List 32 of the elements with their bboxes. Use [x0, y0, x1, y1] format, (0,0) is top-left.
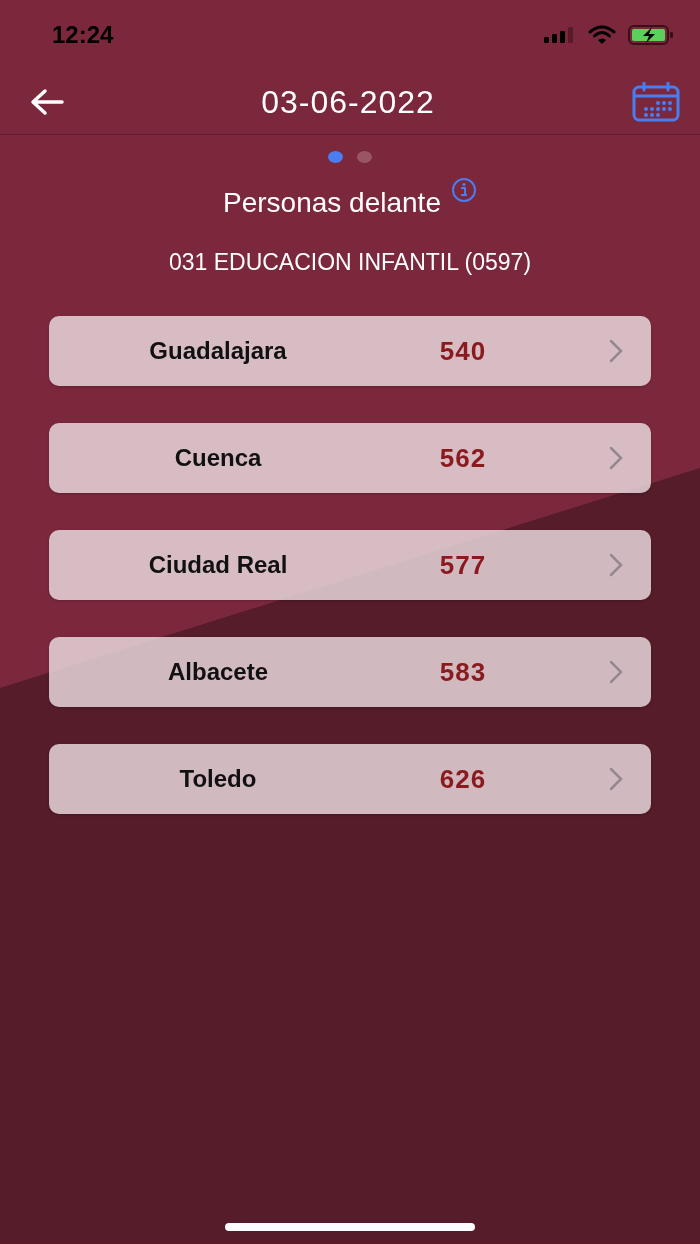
province-name: Toledo: [178, 765, 258, 793]
province-name: Cuenca: [173, 444, 263, 472]
province-row[interactable]: Ciudad Real 577: [49, 530, 651, 600]
province-name: Guadalajara: [148, 337, 288, 365]
province-name: Ciudad Real: [147, 551, 289, 579]
back-arrow-icon: [30, 88, 64, 116]
people-count: 583: [438, 656, 488, 688]
info-icon[interactable]: [450, 177, 477, 203]
section-heading: Personas delante: [223, 187, 441, 219]
province-row[interactable]: Toledo 626: [49, 744, 651, 814]
province-row[interactable]: Guadalajara 540: [49, 316, 651, 386]
date-title: 03-06-2022: [261, 83, 435, 121]
status-time: 12:24: [52, 21, 114, 49]
province-row[interactable]: Albacete 583: [49, 637, 651, 707]
chevron-right-icon: [609, 339, 623, 363]
people-count: 540: [438, 335, 488, 367]
people-count: 562: [438, 442, 488, 474]
calendar-button[interactable]: [630, 80, 682, 124]
chevron-right-icon: [609, 767, 623, 791]
calendar-icon: [632, 82, 680, 122]
specialty-label: 031 EDUCACION INFANTIL (0597): [167, 249, 533, 276]
province-row[interactable]: Cuenca 562: [49, 423, 651, 493]
chevron-right-icon: [609, 660, 623, 684]
people-count: 577: [438, 549, 488, 581]
province-name: Albacete: [166, 658, 269, 686]
back-button[interactable]: [28, 86, 66, 118]
people-count: 626: [438, 763, 488, 795]
battery-icon: [628, 25, 674, 45]
signal-icon: [544, 27, 576, 43]
chevron-right-icon: [609, 553, 623, 577]
wifi-icon: [588, 25, 616, 45]
chevron-right-icon: [609, 446, 623, 470]
